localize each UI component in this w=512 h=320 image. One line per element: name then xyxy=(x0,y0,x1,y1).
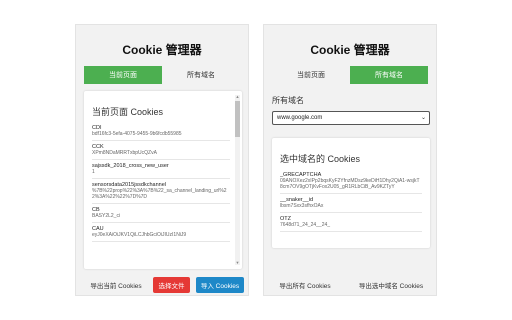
scrollbar-thumb[interactable] xyxy=(235,101,240,137)
cookie-value: 09ANOXez2xIPp2bqsKyF2YfnzMDsz9keDiH1Dhy2… xyxy=(280,178,420,190)
tab-all-domains[interactable]: 所有域名 xyxy=(162,66,240,84)
list-item[interactable]: CAU eyJ0eXAiOiJKV1QiLCJhbGciOiJIUzI1NiJ9 xyxy=(92,223,230,242)
tab-current-page[interactable]: 当前页面 xyxy=(84,66,162,84)
tab-all-domains[interactable]: 所有域名 xyxy=(350,66,428,84)
import-cookies-button[interactable]: 导入 Cookies xyxy=(196,277,244,293)
cookie-list[interactable]: _GRECAPTCHA 09ANOXez2xIPp2bqsKyF2YfnzMDs… xyxy=(280,169,422,232)
cookie-value: bdf16fc3-5efa-4075-9455-9b6fcdb55985 xyxy=(92,131,182,137)
chevron-down-icon: ⌄ xyxy=(420,115,426,121)
list-item[interactable]: CB BASY2L2_ci xyxy=(92,204,230,223)
domain-select-value: www.google.com xyxy=(277,115,323,121)
list-item[interactable]: CCK XPm8NDaMRRTxbpUcQZvA xyxy=(92,141,230,160)
tab-current-page[interactable]: 当前页面 xyxy=(272,66,350,84)
scroll-down-arrow-icon[interactable]: ▼ xyxy=(235,261,240,265)
cookie-manager-all-domains-panel: Cookie 管理器 当前页面 所有域名 所有域名 www.google.com… xyxy=(263,24,437,296)
selected-domain-cookies-card: 选中域名的 Cookies _GRECAPTCHA 09ANOXez2xIPp2… xyxy=(272,138,430,248)
list-item[interactable]: _GRECAPTCHA 09ANOXez2xIPp2bqsKyF2YfnzMDs… xyxy=(280,169,422,194)
choose-file-button[interactable]: 选择文件 xyxy=(153,277,190,293)
selected-domain-cookies-heading: 选中域名的 Cookies xyxy=(280,154,361,164)
all-domains-label: 所有域名 xyxy=(272,96,304,105)
list-item[interactable]: __snaker__id lbsm7Sxx3sfhxOAx xyxy=(280,194,422,213)
list-item[interactable]: sensorsdata2015jssdkchannel %7B%22prop%2… xyxy=(92,179,230,204)
cookie-value: BASY2L2_ci xyxy=(92,213,121,219)
list-item[interactable]: OTZ 7648d71_24_24__24_ xyxy=(280,213,422,232)
cookie-list[interactable]: CDI bdf16fc3-5efa-4075-9455-9b6fcdb55985… xyxy=(92,122,230,242)
cookie-value: %7B%22prop%22%3A%7B%22_sa_channel_landin… xyxy=(92,188,227,200)
current-page-cookies-card: 当前页面 Cookies CDI bdf16fc3-5efa-4075-9455… xyxy=(84,91,242,269)
export-all-cookies-button[interactable]: 导出所有 Cookies xyxy=(272,277,338,293)
scroll-up-arrow-icon[interactable]: ▲ xyxy=(235,95,240,99)
cookie-value: XPm8NDaMRRTxbpUcQZvA xyxy=(92,150,157,156)
scrollbar[interactable]: ▲ ▼ xyxy=(235,95,240,265)
actions-bar: 导出当前 Cookies 选择文件 导入 Cookies xyxy=(76,277,248,293)
cookie-value: 7648d71_24_24__24_ xyxy=(280,222,331,228)
domain-select[interactable]: www.google.com ⌄ xyxy=(272,111,430,125)
tab-bar: 当前页面 所有域名 xyxy=(272,66,428,84)
export-selected-domain-cookies-button[interactable]: 导出选中域名 Cookies xyxy=(348,277,434,293)
list-item[interactable]: CDI bdf16fc3-5efa-4075-9455-9b6fcdb55985 xyxy=(92,122,230,141)
cookie-value: eyJ0eXAiOiJKV1QiLCJhbGciOiJIUzI1NiJ9 xyxy=(92,232,187,238)
tab-bar: 当前页面 所有域名 xyxy=(84,66,240,84)
cookie-value: lbsm7Sxx3sfhxOAx xyxy=(280,203,324,209)
current-page-cookies-heading: 当前页面 Cookies xyxy=(92,107,164,117)
export-current-cookies-button[interactable]: 导出当前 Cookies xyxy=(84,277,148,293)
actions-bar: 导出所有 Cookies 导出选中域名 Cookies xyxy=(264,277,436,293)
cookie-value: 1 xyxy=(92,169,95,175)
list-item[interactable]: sajssdk_2018_cross_new_user 1 xyxy=(92,160,230,179)
cookie-manager-current-page-panel: Cookie 管理器 当前页面 所有域名 当前页面 Cookies CDI bd… xyxy=(75,24,249,296)
panel-title: Cookie 管理器 xyxy=(310,43,390,57)
panel-title: Cookie 管理器 xyxy=(122,43,202,57)
